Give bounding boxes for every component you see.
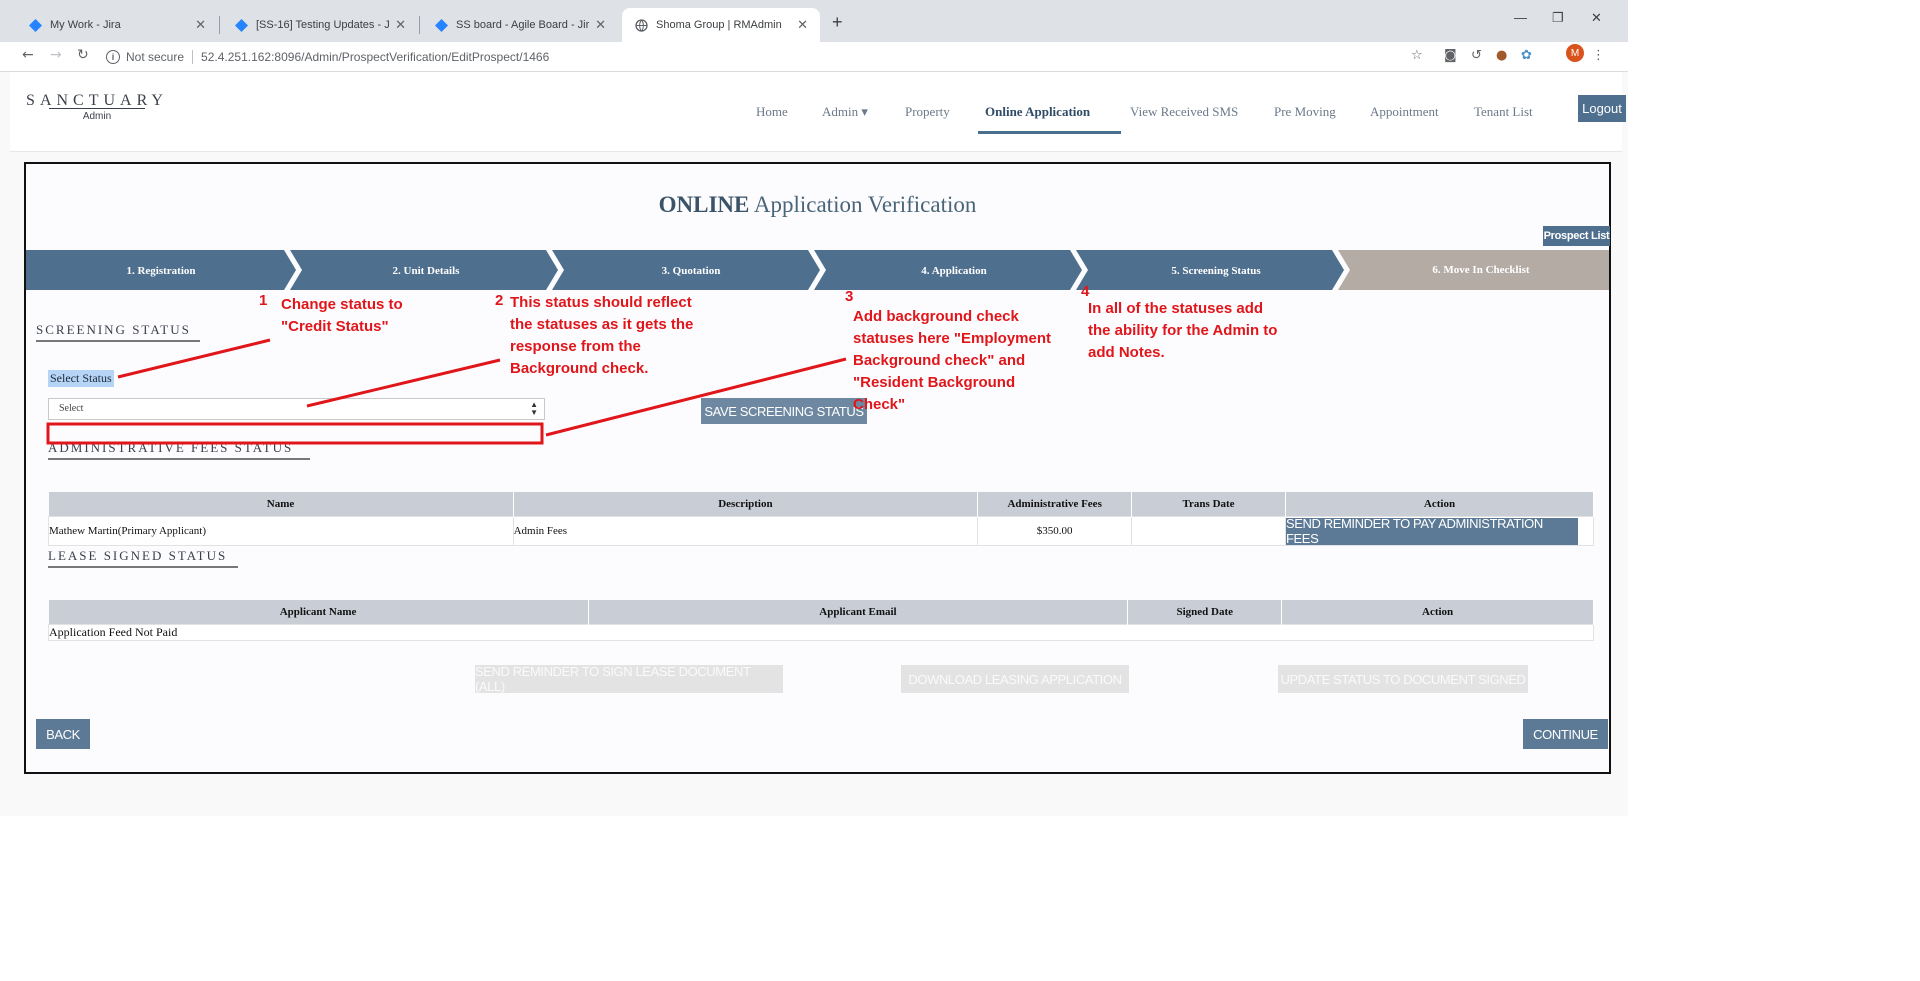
annotation-number: 2 [495, 292, 504, 309]
annotation-2: This status should reflect the statuses … [510, 294, 694, 377]
annotation-arrow [306, 358, 501, 408]
highlight-box [46, 422, 544, 445]
annotation-number: 3 [845, 288, 854, 305]
annotation-arrow [117, 338, 271, 379]
annotation-1: Change status to "Credit Status" [281, 296, 403, 335]
annotation-overlay [46, 338, 847, 445]
annotation-3: Add background check statuses here "Empl… [853, 308, 1052, 413]
annotation-number: 1 [259, 292, 268, 309]
annotation-4: In all of the statuses add the ability f… [1088, 300, 1278, 361]
